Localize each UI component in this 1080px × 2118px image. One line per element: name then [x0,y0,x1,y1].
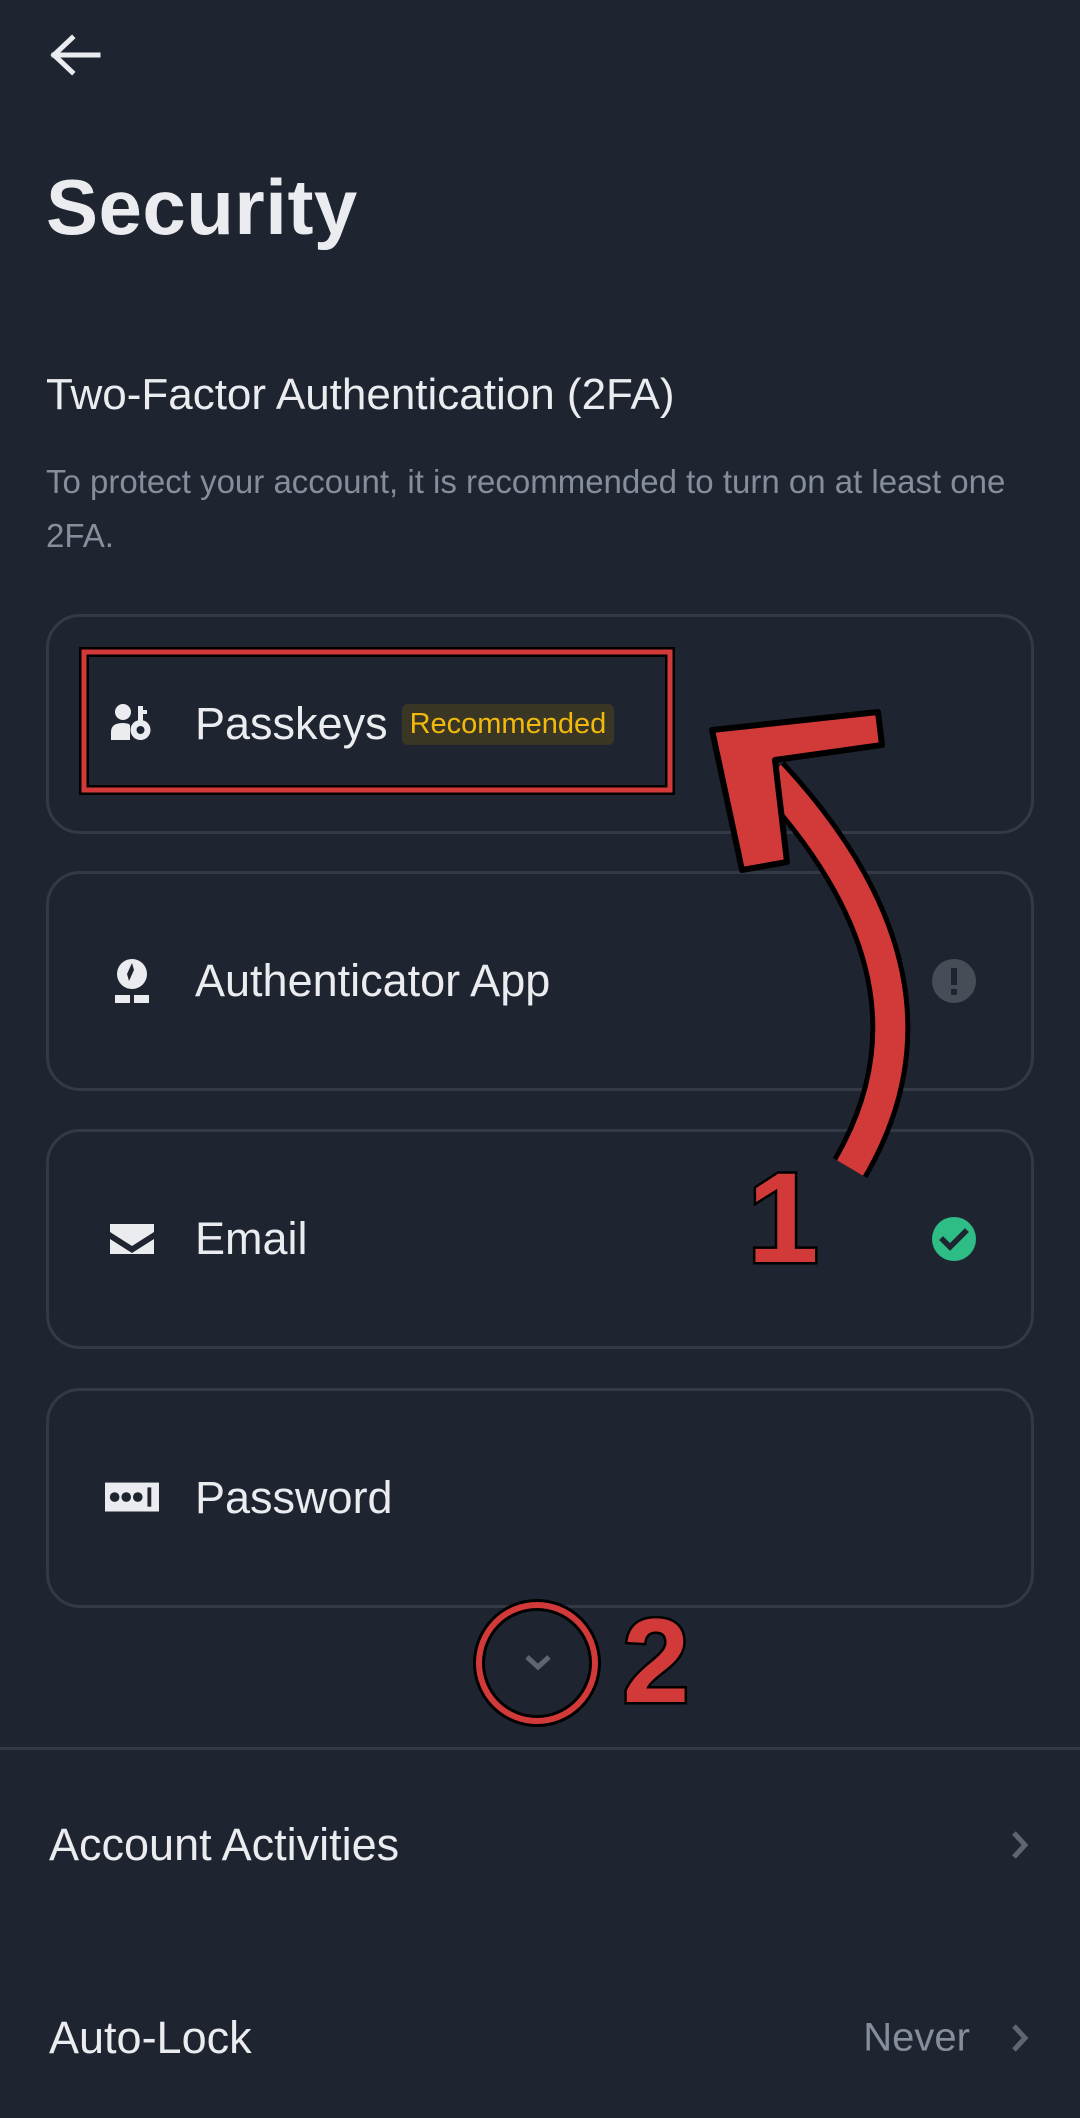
auto-lock-value: Never [863,2015,970,2060]
page-title: Security [46,163,358,251]
method-label: Password [195,1472,393,1523]
section-title-2fa: Two-Factor Authentication (2FA) [46,370,675,419]
section-divider [0,1747,1080,1750]
section-description: To protect your account, it is recommend… [46,463,1006,554]
chevron-right-icon [1012,2024,1029,2052]
recommended-badge: Recommended [401,703,615,745]
method-label: Email [195,1213,308,1264]
method-card-email[interactable]: Email [46,1129,1034,1349]
row-label: Account Activities [49,1819,400,1870]
email-icon [105,1212,159,1266]
step-2-label: 2 [623,1594,690,1728]
chevron-down-icon [525,1655,551,1671]
password-icon [105,1471,159,1525]
warning-icon [931,958,977,1004]
show-more-button[interactable] [509,1636,567,1688]
check-circle-icon [931,1216,977,1262]
row-label: Auto-Lock [49,2012,252,2063]
settings-row-auto-lock[interactable]: Auto-Lock Never [0,1963,1080,2113]
method-card-password[interactable]: Password [46,1388,1034,1608]
passkey-icon [105,697,159,751]
back-button[interactable] [46,30,110,80]
settings-row-account-activities[interactable]: Account Activities [0,1770,1080,1920]
method-card-authenticator-app[interactable]: Authenticator App [46,871,1034,1091]
method-card-passkeys[interactable]: Passkeys Recommended [46,614,1034,834]
chevron-right-icon [1012,1831,1029,1859]
method-label: Authenticator App [195,955,551,1006]
authenticator-icon [105,954,159,1008]
arrow-left-icon [50,34,101,76]
method-label: Passkeys [195,698,388,749]
